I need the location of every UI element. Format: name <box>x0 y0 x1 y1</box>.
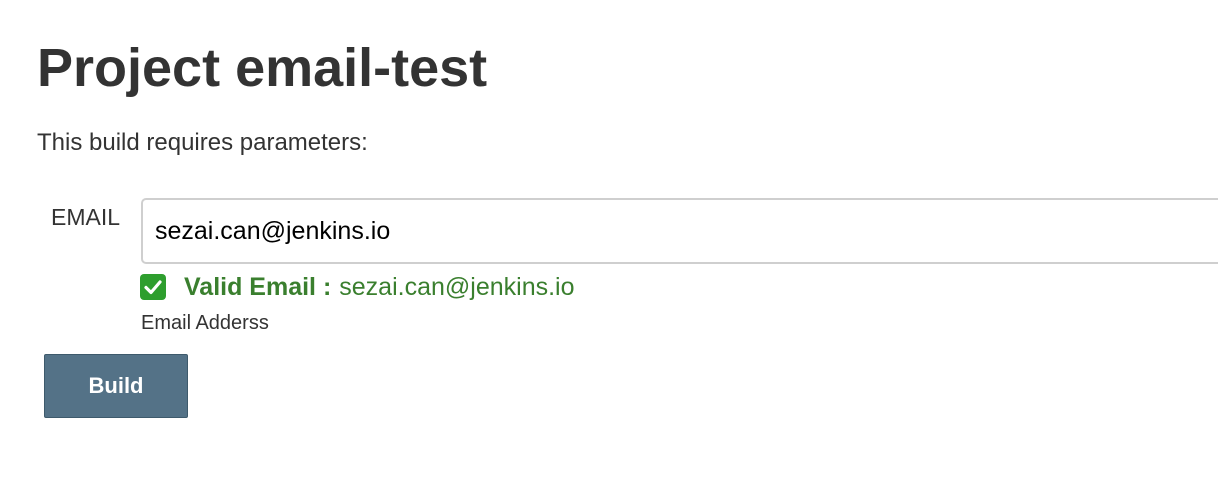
email-parameter-label: EMAIL <box>51 204 121 230</box>
check-mark-icon <box>140 274 166 300</box>
build-parameters-page: Project email-test This build requires p… <box>0 0 1218 478</box>
validation-value: sezai.can@jenkins.io <box>339 272 575 301</box>
email-parameter-description: Email Adderss <box>141 312 269 334</box>
parameters-intro-text: This build requires parameters: <box>37 129 368 156</box>
validation-label: Valid Email : <box>184 272 332 301</box>
page-title: Project email-test <box>37 38 488 98</box>
build-button[interactable]: Build <box>44 354 188 418</box>
email-input[interactable] <box>141 198 1218 264</box>
email-validation-message: Valid Email : sezai.can@jenkins.io <box>140 272 575 302</box>
